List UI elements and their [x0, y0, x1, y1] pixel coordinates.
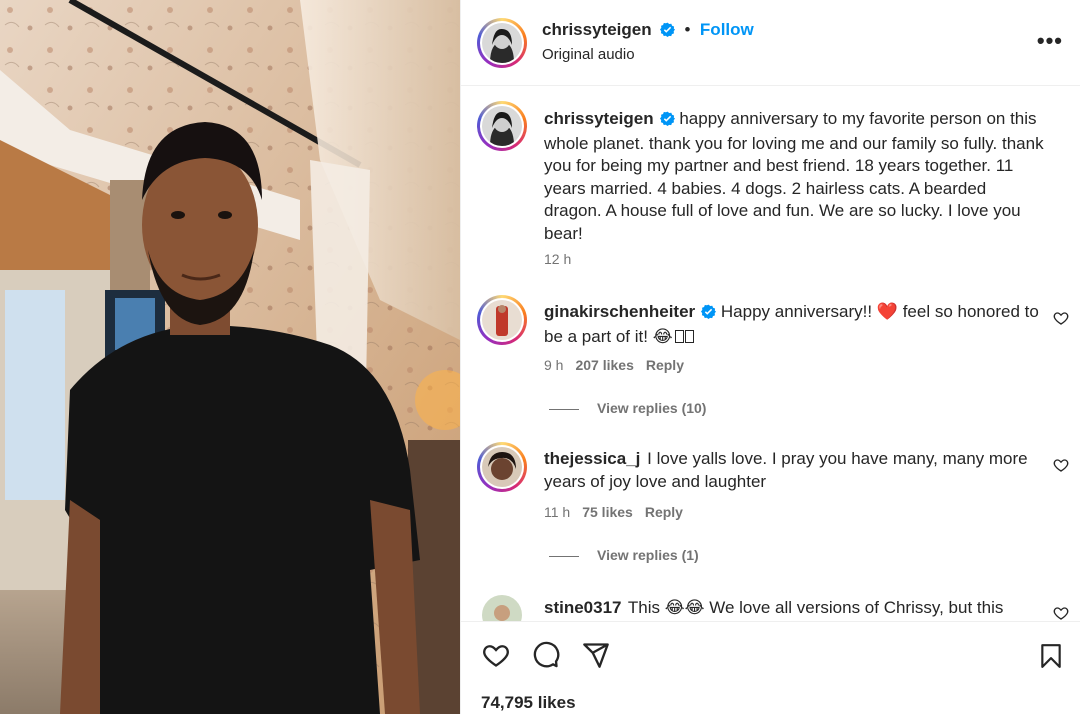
- comment-avatar-image: [482, 447, 522, 487]
- header-separator: •: [684, 20, 691, 39]
- comment-body: Happy anniversary!!: [720, 302, 877, 321]
- caption-body: happy anniversary to my favorite person …: [544, 109, 1044, 243]
- caption-avatar[interactable]: [477, 101, 527, 151]
- author-avatar-image: [482, 23, 522, 63]
- header-user-line: chrissyteigen • Follow: [542, 20, 754, 42]
- view-replies-button[interactable]: View replies (1): [549, 547, 699, 563]
- comment-username[interactable]: ginakirschenheiter: [544, 302, 695, 321]
- comments-list[interactable]: chrissyteigen happy anniversary to my fa…: [461, 87, 1080, 621]
- laughing-emoji: 😂😂: [664, 598, 705, 617]
- post-media[interactable]: [0, 0, 460, 714]
- comment-avatar[interactable]: [477, 442, 527, 492]
- author-username[interactable]: chrissyteigen: [542, 20, 652, 39]
- comment-like-heart-icon[interactable]: [1053, 605, 1069, 621]
- post-details-panel: chrissyteigen • Follow Original audio ••…: [460, 0, 1080, 714]
- comment-body: We love all versions of Chrissy, but thi…: [704, 598, 1004, 617]
- verified-badge-icon: [660, 22, 676, 42]
- comment-username[interactable]: stine0317: [544, 598, 622, 617]
- red-heart-emoji: ❤️: [876, 302, 898, 321]
- caption-timestamp: 12 h: [544, 251, 572, 267]
- audio-link[interactable]: Original audio: [542, 46, 635, 63]
- comment-like-heart-icon[interactable]: [1053, 457, 1069, 473]
- reply-button[interactable]: Reply: [645, 504, 683, 520]
- comment-meta: 9 h 207 likes Reply: [544, 357, 684, 373]
- comment-timestamp: 9 h: [544, 357, 564, 373]
- verified-badge-icon: [659, 110, 675, 133]
- caption-text: chrissyteigen happy anniversary to my fa…: [544, 108, 1044, 245]
- comment-meta: 11 h 75 likes Reply: [544, 504, 683, 520]
- comment-like-heart-icon[interactable]: [1053, 310, 1069, 326]
- reply-button[interactable]: Reply: [646, 357, 684, 373]
- post-header: chrissyteigen • Follow Original audio ••…: [461, 0, 1080, 86]
- view-replies-label: View replies (1): [597, 547, 699, 563]
- caption-avatar-image: [482, 106, 522, 146]
- view-replies-label: View replies (10): [597, 400, 707, 416]
- laughing-emoji: 😂: [652, 326, 673, 346]
- verified-badge-icon: [701, 303, 717, 326]
- comment-avatar-image: [482, 300, 522, 340]
- comment-likes[interactable]: 207 likes: [575, 357, 633, 373]
- comment-avatar[interactable]: [477, 295, 527, 345]
- comment-body: This: [627, 598, 665, 617]
- comment-avatar-image: [482, 595, 522, 621]
- post-actions: 74,795 likes: [461, 621, 1080, 714]
- replies-divider-line: [549, 408, 579, 410]
- replies-divider-line: [549, 555, 579, 557]
- likes-count[interactable]: 74,795 likes: [481, 693, 576, 713]
- heart-icon[interactable]: [481, 641, 511, 669]
- comment-likes[interactable]: 75 likes: [582, 504, 633, 520]
- caption-username[interactable]: chrissyteigen: [544, 109, 654, 128]
- share-icon[interactable]: [581, 641, 611, 669]
- unsupported-glyphs: [684, 329, 694, 343]
- unsupported-glyphs: [674, 329, 684, 343]
- comment-username[interactable]: thejessica_j: [544, 449, 640, 468]
- comment-text: stine0317 This 😂😂 We love all versions o…: [544, 597, 1044, 620]
- comment-timestamp: 11 h: [544, 504, 571, 520]
- view-replies-button[interactable]: View replies (10): [549, 400, 706, 416]
- comment-avatar[interactable]: [482, 595, 522, 621]
- comment-text: thejessica_j I love yalls love. I pray y…: [544, 448, 1044, 493]
- comment-text: ginakirschenheiter Happy anniversary!! ❤…: [544, 301, 1044, 348]
- post-media-image: [0, 0, 460, 714]
- comment-icon[interactable]: [531, 641, 561, 669]
- follow-button[interactable]: Follow: [700, 20, 754, 39]
- author-avatar[interactable]: [477, 18, 527, 68]
- more-options-icon[interactable]: •••: [1037, 28, 1063, 54]
- bookmark-icon[interactable]: [1038, 641, 1064, 671]
